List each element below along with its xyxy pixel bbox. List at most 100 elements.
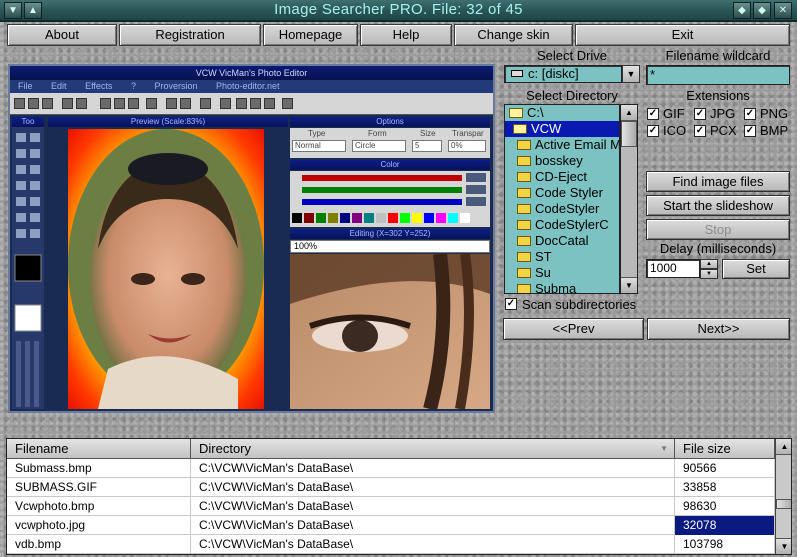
help-button[interactable]: Help bbox=[360, 24, 452, 46]
table-row[interactable]: Submass.bmp C:\VCW\VicMan's DataBase\ 90… bbox=[7, 459, 775, 478]
options-type-select: Normal bbox=[292, 140, 346, 152]
folder-icon bbox=[517, 204, 531, 214]
jpg-label: JPG bbox=[710, 106, 736, 121]
directory-item[interactable]: C:\ bbox=[505, 105, 619, 121]
drive-value: c: [diskc] bbox=[528, 66, 579, 81]
next-button[interactable]: Next>> bbox=[647, 318, 790, 340]
preview-menu-bar: File Edit Effects ? Proversion Photo-edi… bbox=[10, 80, 493, 93]
about-button[interactable]: About bbox=[7, 24, 117, 46]
find-image-files-button[interactable]: Find image files bbox=[646, 171, 790, 192]
directory-tree[interactable]: C:\ VCW Active Email M bosskey CD-Eject … bbox=[504, 104, 620, 294]
column-header-directory[interactable]: Directory ▼ bbox=[191, 439, 675, 459]
options-form-select: Circle bbox=[352, 140, 406, 152]
table-row-selected[interactable]: vcwphoto.jpg C:\VCW\VicMan's DataBase\ 3… bbox=[7, 516, 775, 535]
folder-icon bbox=[517, 156, 531, 166]
folder-icon bbox=[517, 252, 531, 262]
file-list-table[interactable]: Filename Directory ▼ File size Submass.bm… bbox=[6, 438, 792, 555]
png-checkbox[interactable]: ✓ bbox=[744, 108, 756, 120]
bmp-checkbox[interactable]: ✓ bbox=[744, 125, 756, 137]
drive-select[interactable]: c: [diskc] bbox=[504, 65, 622, 83]
directory-item[interactable]: Subma bbox=[505, 281, 619, 293]
table-scrollbar[interactable]: ▲ ▼ bbox=[775, 439, 791, 554]
directory-item[interactable]: CD-Eject bbox=[505, 169, 619, 185]
delay-decrement-icon[interactable]: ▼ bbox=[700, 269, 718, 279]
filename-wildcard-input[interactable]: * bbox=[646, 65, 790, 85]
chevron-down-icon: ▼ bbox=[626, 69, 636, 79]
gif-checkbox[interactable]: ✓ bbox=[647, 108, 659, 120]
delay-input[interactable]: 1000 bbox=[646, 259, 700, 278]
png-label: PNG bbox=[760, 106, 789, 121]
options-form-label: Form bbox=[368, 129, 387, 138]
directory-item[interactable]: Code Styler bbox=[505, 185, 619, 201]
change-skin-button[interactable]: Change skin bbox=[454, 24, 573, 46]
exit-button[interactable]: Exit bbox=[575, 24, 790, 46]
jpg-checkbox[interactable]: ✓ bbox=[694, 108, 706, 120]
directory-item[interactable]: bosskey bbox=[505, 153, 619, 169]
pcx-checkbox[interactable]: ✓ bbox=[694, 125, 706, 137]
directory-item-selected[interactable]: VCW bbox=[505, 121, 619, 137]
folder-icon bbox=[517, 268, 531, 278]
prev-button[interactable]: <<Prev bbox=[503, 318, 644, 340]
stop-button[interactable]: Stop bbox=[646, 219, 790, 240]
table-row[interactable]: Vcwphoto.bmp C:\VCW\VicMan's DataBase\ 9… bbox=[7, 497, 775, 516]
options-pane-title: Options bbox=[290, 117, 490, 127]
folder-open-icon bbox=[513, 124, 527, 134]
drive-dropdown-button[interactable]: ▼ bbox=[622, 65, 640, 83]
color-pane bbox=[290, 171, 490, 227]
color-pane-title: Color bbox=[290, 160, 490, 170]
table-row[interactable]: vdb.bmp C:\VCW\VicMan's DataBase\ 103798 bbox=[7, 535, 775, 554]
window-title: Image Searcher PRO. File: 32 of 45 bbox=[274, 1, 523, 18]
tools-pane bbox=[12, 127, 44, 409]
directory-item[interactable]: Su bbox=[505, 265, 619, 281]
table-row[interactable]: SUBMASS.GIF C:\VCW\VicMan's DataBase\ 33… bbox=[7, 478, 775, 497]
scroll-up-icon[interactable]: ▲ bbox=[621, 105, 637, 121]
options-size-select: 5 bbox=[412, 140, 442, 152]
gif-label: GIF bbox=[663, 106, 685, 121]
preview-toolbar bbox=[10, 93, 493, 115]
preview-menu-effects: Effects bbox=[85, 81, 113, 91]
extensions-label: Extensions bbox=[686, 88, 750, 103]
close-icon[interactable]: ✕ bbox=[774, 2, 792, 19]
table-scroll-thumb[interactable] bbox=[776, 499, 791, 509]
color-sliders bbox=[292, 173, 486, 223]
scan-subdirectories-label: Scan subdirectories bbox=[522, 297, 637, 312]
ico-label: ICO bbox=[663, 123, 687, 138]
scroll-up-icon[interactable]: ▲ bbox=[776, 439, 791, 455]
maximize-icon[interactable]: ◆ bbox=[753, 2, 771, 19]
folder-icon bbox=[517, 220, 531, 230]
registration-button[interactable]: Registration bbox=[119, 24, 261, 46]
tool-icons bbox=[14, 133, 42, 407]
options-transparency-select: 0% bbox=[448, 140, 486, 152]
folder-open-icon bbox=[509, 108, 523, 118]
directory-item[interactable]: CodeStylerC bbox=[505, 217, 619, 233]
delay-increment-icon[interactable]: ▲ bbox=[700, 259, 718, 269]
delay-label: Delay (milliseconds) bbox=[659, 241, 777, 256]
column-header-filename[interactable]: Filename bbox=[7, 439, 191, 459]
start-slideshow-button[interactable]: Start the slideshow bbox=[646, 195, 790, 216]
directory-item[interactable]: CodeStyler bbox=[505, 201, 619, 217]
ico-checkbox[interactable]: ✓ bbox=[647, 125, 659, 137]
directory-item[interactable]: ST bbox=[505, 249, 619, 265]
folder-icon bbox=[517, 172, 531, 182]
select-directory-label: Select Directory bbox=[526, 88, 618, 103]
scroll-down-icon[interactable]: ▼ bbox=[621, 277, 637, 293]
folder-icon bbox=[517, 236, 531, 246]
column-header-file-size[interactable]: File size bbox=[675, 439, 775, 459]
image-preview: VCW VicMan's Photo Editor File Edit Effe… bbox=[8, 64, 495, 413]
options-pane: Type Form Size Transpar Normal Circle 5 … bbox=[290, 128, 490, 158]
restore-icon[interactable]: ◆ bbox=[733, 2, 751, 19]
bmp-label: BMP bbox=[760, 123, 789, 138]
preview-menu-proversion: Proversion bbox=[154, 81, 198, 91]
options-transparency-label: Transpar bbox=[452, 129, 484, 138]
set-delay-button[interactable]: Set bbox=[722, 259, 790, 279]
scroll-down-icon[interactable]: ▼ bbox=[776, 538, 791, 554]
directory-scrollbar[interactable]: ▲ ▼ bbox=[620, 104, 638, 294]
scan-subdirectories-checkbox[interactable]: ✓ bbox=[505, 298, 517, 310]
directory-item[interactable]: Active Email M bbox=[505, 137, 619, 153]
folder-icon bbox=[517, 284, 531, 293]
homepage-button[interactable]: Homepage bbox=[263, 24, 358, 46]
options-size-label: Size bbox=[420, 129, 436, 138]
directory-item[interactable]: DocCatal bbox=[505, 233, 619, 249]
directory-scroll-thumb[interactable] bbox=[621, 121, 637, 147]
pcx-label: PCX bbox=[710, 123, 737, 138]
